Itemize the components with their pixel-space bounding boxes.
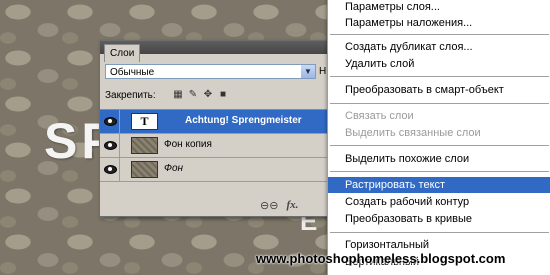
- layer-name: Фон: [164, 163, 184, 174]
- menu-item-convert-to-shape[interactable]: Преобразовать в кривые: [328, 211, 550, 227]
- menu-item-create-work-path[interactable]: Создать рабочий контур: [328, 194, 550, 210]
- menu-item-delete-layer[interactable]: Удалить слой: [328, 56, 550, 72]
- menu-separator: [330, 76, 549, 77]
- eye-icon: [104, 117, 117, 126]
- text-layer-thumbnail: T: [131, 113, 158, 130]
- visibility-toggle[interactable]: [100, 158, 120, 181]
- layer-row-text[interactable]: T Achtung! Sprengmeister: [100, 110, 327, 134]
- lock-move-icon[interactable]: ✥: [202, 89, 214, 101]
- visibility-toggle[interactable]: [100, 134, 120, 157]
- visibility-toggle[interactable]: [100, 110, 120, 133]
- lock-brush-icon[interactable]: ✎: [187, 89, 199, 101]
- menu-separator: [330, 34, 549, 35]
- menu-item-select-similar[interactable]: Выделить похожие слои: [328, 151, 550, 167]
- layer-row-background-copy[interactable]: Фон копия: [100, 134, 327, 158]
- menu-item-duplicate-layer[interactable]: Создать дубликат слоя...: [328, 39, 550, 55]
- menu-item-blending-options[interactable]: Параметры наложения...: [328, 15, 550, 31]
- opacity-label: Н: [319, 66, 327, 77]
- watermark: www.photoshophomeless.blogspot.com: [256, 251, 506, 266]
- layer-name: Achtung! Sprengmeister: [185, 115, 302, 126]
- lock-icons: ▦ ✎ ✥ ■: [172, 89, 229, 101]
- fx-icon[interactable]: fx.: [286, 199, 298, 212]
- lock-transparency-icon[interactable]: ▦: [172, 89, 184, 101]
- image-layer-thumbnail: [131, 161, 158, 178]
- layers-panel: Слои Обычные ▼ Н Закрепить: ▦ ✎ ✥ ■ T Ac…: [99, 40, 341, 217]
- blend-mode-value: Обычные: [110, 67, 155, 78]
- eye-icon: [104, 165, 117, 174]
- eye-icon: [104, 141, 117, 150]
- blend-mode-select[interactable]: Обычные ▼: [105, 64, 316, 79]
- layer-row-background[interactable]: Фон: [100, 158, 327, 182]
- menu-item-layer-properties[interactable]: Параметры слоя...: [328, 0, 550, 15]
- menu-item-rasterize-type[interactable]: Растрировать текст: [328, 177, 550, 193]
- chevron-down-icon[interactable]: ▼: [301, 65, 315, 78]
- panel-footer: ⊖⊖ fx.: [260, 199, 298, 212]
- menu-separator: [330, 171, 549, 172]
- menu-separator: [330, 232, 549, 233]
- tab-layers[interactable]: Слои: [104, 44, 141, 62]
- menu-item-link-layers: Связать слои: [345, 110, 414, 122]
- layers-list: T Achtung! Sprengmeister Фон копия Фон: [100, 109, 327, 200]
- menu-item-select-linked: Выделить связанные слои: [345, 127, 481, 139]
- image-layer-thumbnail: [131, 137, 158, 154]
- layer-name: Фон копия: [164, 139, 212, 150]
- lock-all-icon[interactable]: ■: [217, 89, 229, 101]
- link-layers-icon[interactable]: ⊖⊖: [260, 199, 278, 212]
- context-menu: Параметры слоя... Параметры наложения...…: [327, 0, 550, 275]
- menu-separator: [330, 145, 549, 146]
- lock-label: Закрепить:: [105, 90, 156, 101]
- menu-separator: [330, 103, 549, 104]
- menu-item-convert-smart-object[interactable]: Преобразовать в смарт-объект: [328, 82, 550, 98]
